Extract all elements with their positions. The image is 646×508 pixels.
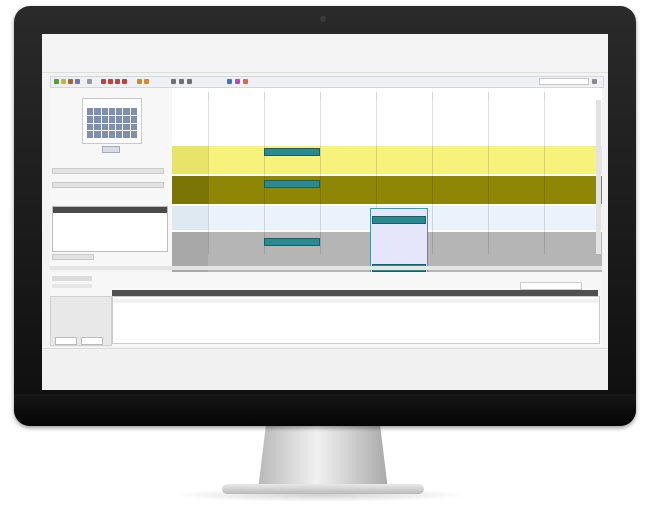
day-header — [544, 92, 603, 100]
paste-icon[interactable] — [115, 79, 120, 84]
day-divider — [264, 100, 265, 254]
day-header — [320, 92, 377, 100]
day-divider — [432, 100, 433, 254]
open-icon[interactable] — [68, 79, 73, 84]
chevron-down-icon[interactable] — [592, 79, 597, 84]
today-button[interactable] — [102, 146, 120, 153]
bottom-tab[interactable] — [52, 276, 92, 281]
monitor-stand — [258, 426, 388, 490]
calendar-icon[interactable] — [54, 79, 59, 84]
mini-calendar-grid[interactable] — [87, 108, 137, 138]
details-header — [53, 207, 167, 213]
bottom-side-panel — [50, 296, 112, 346]
bottom-button[interactable] — [55, 337, 77, 345]
toolbar — [50, 76, 604, 88]
search-field[interactable] — [52, 182, 164, 188]
table-row[interactable] — [113, 304, 599, 308]
left-panel — [50, 88, 173, 266]
window-titlebar — [42, 34, 608, 73]
zoom-in-icon[interactable] — [179, 79, 184, 84]
filter-icon[interactable] — [235, 79, 240, 84]
copy-icon[interactable] — [108, 79, 113, 84]
screen — [42, 34, 608, 390]
details-panel — [52, 206, 168, 252]
day-divider — [488, 100, 489, 254]
table-row[interactable] — [113, 299, 599, 303]
new-icon[interactable] — [61, 79, 66, 84]
print-icon[interactable] — [87, 79, 92, 84]
day-header — [432, 92, 489, 100]
day-header — [208, 92, 265, 100]
view-dropdown[interactable] — [539, 78, 589, 85]
undo-icon[interactable] — [137, 79, 142, 84]
appointment[interactable] — [264, 238, 320, 246]
bottom-button[interactable] — [81, 337, 103, 345]
vertical-scrollbar[interactable] — [596, 100, 601, 254]
appointment[interactable] — [264, 148, 320, 156]
day-header — [488, 92, 545, 100]
filter-field[interactable] — [52, 168, 164, 174]
camera-icon — [320, 16, 326, 22]
status-bar — [42, 348, 608, 390]
bottom-panel — [50, 272, 602, 346]
appointment[interactable] — [264, 180, 320, 188]
day-divider — [208, 100, 209, 254]
table-row[interactable] — [113, 309, 599, 313]
day-divider — [320, 100, 321, 254]
day-divider — [544, 100, 545, 254]
find-icon[interactable] — [171, 79, 176, 84]
bottom-subtab[interactable] — [52, 284, 92, 288]
mini-calendar[interactable] — [82, 98, 142, 144]
zoom-out-icon[interactable] — [187, 79, 192, 84]
refresh-icon[interactable] — [227, 79, 232, 84]
redo-icon[interactable] — [144, 79, 149, 84]
scheduler-view[interactable] — [172, 88, 603, 290]
cut-icon[interactable] — [101, 79, 106, 84]
color-icon[interactable] — [243, 79, 248, 84]
day-header — [376, 92, 433, 100]
monitor-stand-base — [222, 484, 424, 494]
delete-icon[interactable] — [122, 79, 127, 84]
save-icon[interactable] — [75, 79, 80, 84]
bottom-filter-dropdown[interactable] — [520, 282, 582, 290]
checkbox-option[interactable] — [52, 254, 94, 260]
mini-calendar-title — [83, 99, 141, 105]
day-header — [264, 92, 321, 100]
monitor-chin — [14, 394, 636, 426]
appointments-table[interactable] — [112, 296, 600, 344]
appointment[interactable] — [372, 216, 426, 224]
resource-column — [172, 100, 208, 288]
panel-splitter[interactable] — [50, 266, 602, 270]
